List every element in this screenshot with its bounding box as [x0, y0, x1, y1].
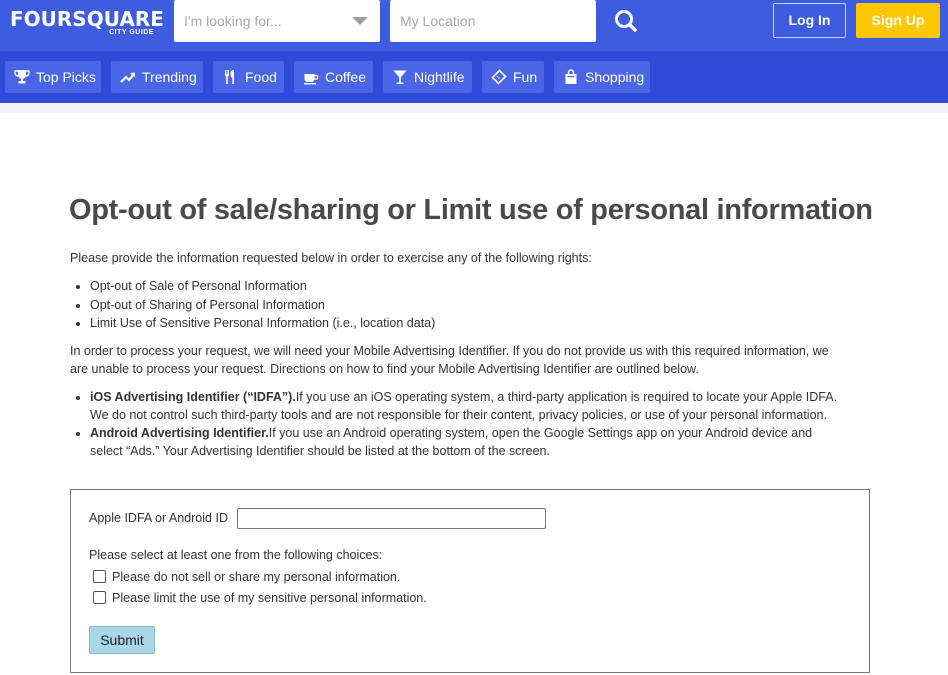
- page-title: Opt-out of sale/sharing or Limit use of …: [69, 194, 873, 226]
- location-input[interactable]: [390, 0, 596, 42]
- ios-heading: iOS Advertising Identifier (“IDFA”).: [90, 390, 296, 404]
- logo-subtext: CITY GUIDE: [109, 29, 154, 36]
- category-coffee[interactable]: Coffee: [294, 61, 373, 93]
- category-fun[interactable]: Fun: [482, 61, 544, 93]
- intro-text: Please provide the information requested…: [70, 251, 592, 265]
- process-text-line: In order to process your request, we wil…: [70, 344, 829, 358]
- process-text: In order to process your request, we wil…: [70, 342, 870, 378]
- category-nightlife[interactable]: Nightlife: [383, 61, 472, 93]
- logo-text: FOURSQUARE: [10, 7, 164, 31]
- category-label: Top Picks: [36, 69, 96, 85]
- category-food[interactable]: Food: [213, 61, 284, 93]
- list-item: Android Advertising Identifier.If you us…: [90, 424, 875, 460]
- category-top-picks[interactable]: Top Picks: [5, 61, 101, 93]
- advertising-id-input[interactable]: [237, 508, 546, 529]
- cocktail-icon: [393, 70, 407, 84]
- do-not-sell-label[interactable]: Please do not sell or share my personal …: [112, 570, 400, 584]
- category-label: Coffee: [325, 69, 366, 85]
- shopping-bag-icon: [565, 69, 577, 84]
- category-label: Shopping: [585, 69, 645, 85]
- trophy-icon: [14, 70, 30, 84]
- category-label: Fun: [513, 69, 538, 85]
- search-what-input[interactable]: [174, 0, 380, 42]
- limit-use-checkbox[interactable]: [93, 591, 106, 604]
- rights-list: Opt-out of Sale of Personal Information …: [90, 277, 435, 333]
- choice-prompt: Please select at least one from the foll…: [89, 548, 383, 562]
- list-item: Opt-out of Sale of Personal Information: [90, 277, 435, 296]
- ios-text: We do not control such third-party tools…: [90, 408, 827, 422]
- coffee-icon: [304, 74, 319, 85]
- list-item: Opt-out of Sharing of Personal Informati…: [90, 296, 435, 315]
- process-text-line: are unable to process your request. Dire…: [70, 362, 699, 376]
- limit-use-label[interactable]: Please limit the use of my sensitive per…: [112, 591, 427, 605]
- foursquare-logo[interactable]: FOURSQUARE CITY GUIDE: [10, 7, 164, 38]
- category-label: Food: [245, 69, 277, 85]
- android-text: select “Ads.” Your Advertising Identifie…: [90, 444, 550, 458]
- id-field-label: Apple IDFA or Android ID: [89, 511, 228, 525]
- submit-button[interactable]: Submit: [89, 626, 155, 654]
- search-what-box[interactable]: [174, 0, 380, 42]
- search-icon: [615, 10, 637, 32]
- opt-out-form: Apple IDFA or Android ID Please select a…: [70, 489, 870, 673]
- category-trending[interactable]: Trending: [111, 61, 203, 93]
- utensils-icon: [225, 70, 234, 84]
- category-label: Nightlife: [414, 69, 465, 85]
- divider-strip: [0, 103, 948, 113]
- trending-icon: [120, 72, 135, 83]
- list-item: iOS Advertising Identifier (“IDFA”).If y…: [90, 388, 875, 424]
- category-label: Trending: [142, 69, 197, 85]
- ios-text: If you use an iOS operating system, a th…: [295, 390, 838, 404]
- identifier-instructions-list: iOS Advertising Identifier (“IDFA”).If y…: [90, 388, 875, 460]
- chevron-down-icon[interactable]: [352, 17, 368, 25]
- signup-button[interactable]: Sign Up: [856, 3, 940, 38]
- do-not-sell-checkbox[interactable]: [93, 570, 106, 583]
- login-button[interactable]: Log In: [773, 3, 846, 38]
- ticket-icon: [491, 69, 507, 85]
- category-shopping[interactable]: Shopping: [554, 61, 650, 93]
- category-bar: Top Picks Trending Food Coffee Nightlife: [0, 51, 948, 103]
- search-button[interactable]: [608, 5, 644, 37]
- android-heading: Android Advertising Identifier.: [90, 426, 269, 440]
- top-navbar: FOURSQUARE CITY GUIDE Log In Sign Up: [0, 0, 948, 51]
- list-item: Limit Use of Sensitive Personal Informat…: [90, 314, 435, 333]
- android-text: If you use an Android operating system, …: [268, 426, 813, 440]
- search-where-box[interactable]: [390, 0, 596, 42]
